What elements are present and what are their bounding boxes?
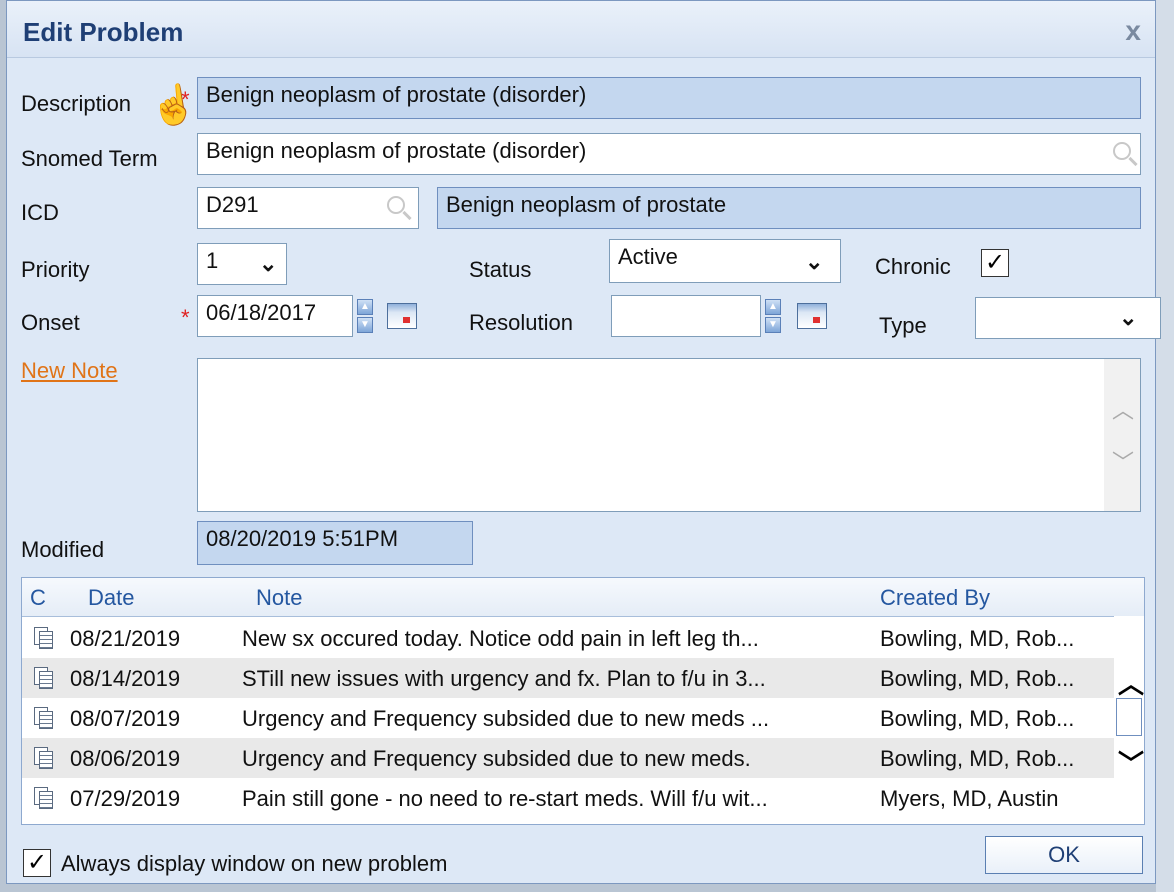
resolution-date-field[interactable] <box>611 295 761 337</box>
new-note-link[interactable]: New Note <box>21 358 118 384</box>
scroll-down-icon[interactable]: ﹀ <box>1112 445 1134 477</box>
column-date[interactable]: Date <box>88 585 134 611</box>
modified-label: Modified <box>21 537 105 562</box>
grid-header: C Date Note Created By <box>22 578 1144 617</box>
row-created-by: Myers, MD, Austin <box>880 786 1059 811</box>
snomed-term-label: Snomed Term <box>21 146 158 171</box>
new-note-textarea[interactable]: ︿ ﹀ <box>197 358 1141 512</box>
table-row[interactable]: 08/21/2019 New sx occured today. Notice … <box>22 618 1114 658</box>
status-chevron-down-icon[interactable]: ⌄ <box>805 249 823 275</box>
table-row[interactable]: 08/06/2019 Urgency and Frequency subside… <box>22 738 1114 778</box>
column-created-by[interactable]: Created By <box>880 585 990 611</box>
priority-chevron-down-icon[interactable]: ⌄ <box>259 251 277 277</box>
row-note: STill new issues with urgency and fx. Pl… <box>242 666 766 691</box>
snomed-search-icon[interactable] <box>1113 142 1131 160</box>
row-created-by: Bowling, MD, Rob... <box>880 666 1075 691</box>
icd-search-icon[interactable] <box>387 196 405 214</box>
column-note[interactable]: Note <box>256 585 302 611</box>
priority-value: 1 <box>206 248 219 273</box>
always-display-label: Always display window on new problem <box>61 851 448 876</box>
onset-spinner[interactable]: ▲ ▼ <box>357 299 373 333</box>
row-date: 08/14/2019 <box>70 666 181 691</box>
table-row[interactable]: 07/29/2019 Pain still gone - no need to … <box>22 778 1114 818</box>
resolution-label: Resolution <box>469 310 573 335</box>
priority-label: Priority <box>21 257 90 282</box>
column-c[interactable]: C <box>30 585 46 611</box>
required-marker: * <box>181 305 190 330</box>
onset-label: Onset <box>21 310 80 335</box>
snomed-term-field[interactable]: Benign neoplasm of prostate (disorder) <box>197 133 1141 175</box>
row-note: Pain still gone - no need to re-start me… <box>242 786 768 811</box>
description-label: Description <box>21 91 132 116</box>
row-date: 08/21/2019 <box>70 626 181 651</box>
row-created-by: Bowling, MD, Rob... <box>880 746 1075 771</box>
edit-problem-dialog: Edit Problem x Description * Benign neop… <box>6 0 1161 884</box>
icd-description-field: Benign neoplasm of prostate <box>437 187 1141 229</box>
row-created-by: Bowling, MD, Rob... <box>880 706 1075 731</box>
always-display-checkbox[interactable]: ✓ <box>23 849 51 877</box>
row-date: 08/07/2019 <box>70 706 181 731</box>
row-created-by: Bowling, MD, Rob... <box>880 626 1075 651</box>
type-chevron-down-icon[interactable]: ⌄ <box>1119 305 1137 331</box>
row-note: New sx occured today. Notice odd pain in… <box>242 626 759 651</box>
note-document-icon <box>34 627 54 649</box>
dialog-title: Edit Problem <box>23 17 184 47</box>
title-bar: Edit Problem x <box>7 1 1155 58</box>
chronic-label: Chronic <box>875 254 951 279</box>
resolution-spinner[interactable]: ▲ ▼ <box>765 299 781 333</box>
note-document-icon <box>34 787 54 809</box>
background-window-edge <box>1156 0 1174 892</box>
scroll-up-icon[interactable]: ︿ <box>1112 393 1134 425</box>
row-note: Urgency and Frequency subsided due to ne… <box>242 746 751 771</box>
chronic-checkbox[interactable]: ✓ <box>981 249 1009 277</box>
row-note: Urgency and Frequency subsided due to ne… <box>242 706 770 731</box>
icd-label: ICD <box>21 200 59 225</box>
grid-scrollbar[interactable]: ︿ ﹀ <box>1114 616 1144 824</box>
onset-date-field[interactable]: 06/18/2017 <box>197 295 353 337</box>
grid-scroll-down-icon[interactable]: ﹀ <box>1118 744 1144 781</box>
icd-code-field[interactable]: D291 <box>197 187 419 229</box>
status-label: Status <box>469 257 532 282</box>
row-date: 08/06/2019 <box>70 746 181 771</box>
onset-calendar-icon[interactable] <box>387 303 417 329</box>
description-field[interactable]: Benign neoplasm of prostate (disorder) <box>197 77 1141 119</box>
table-row[interactable]: 08/14/2019 STill new issues with urgency… <box>22 658 1114 698</box>
status-value: Active <box>618 244 678 269</box>
hand-cursor-icon: ☝ <box>147 81 201 131</box>
note-document-icon <box>34 667 54 689</box>
grid-scroll-up-icon[interactable]: ︿ <box>1118 664 1144 701</box>
note-document-icon <box>34 707 54 729</box>
ok-button[interactable]: OK <box>985 836 1143 874</box>
note-document-icon <box>34 747 54 769</box>
close-icon[interactable]: x <box>1125 15 1141 47</box>
type-label: Type <box>879 313 927 338</box>
row-date: 07/29/2019 <box>70 786 181 811</box>
table-row[interactable]: 08/07/2019 Urgency and Frequency subside… <box>22 698 1114 738</box>
resolution-calendar-icon[interactable] <box>797 303 827 329</box>
notes-grid: C Date Note Created By 08/21/2019 New sx… <box>21 577 1145 825</box>
modified-field: 08/20/2019 5:51PM <box>197 521 473 565</box>
grid-scroll-thumb[interactable] <box>1116 698 1142 736</box>
note-scrollbar[interactable]: ︿ ﹀ <box>1104 359 1140 511</box>
